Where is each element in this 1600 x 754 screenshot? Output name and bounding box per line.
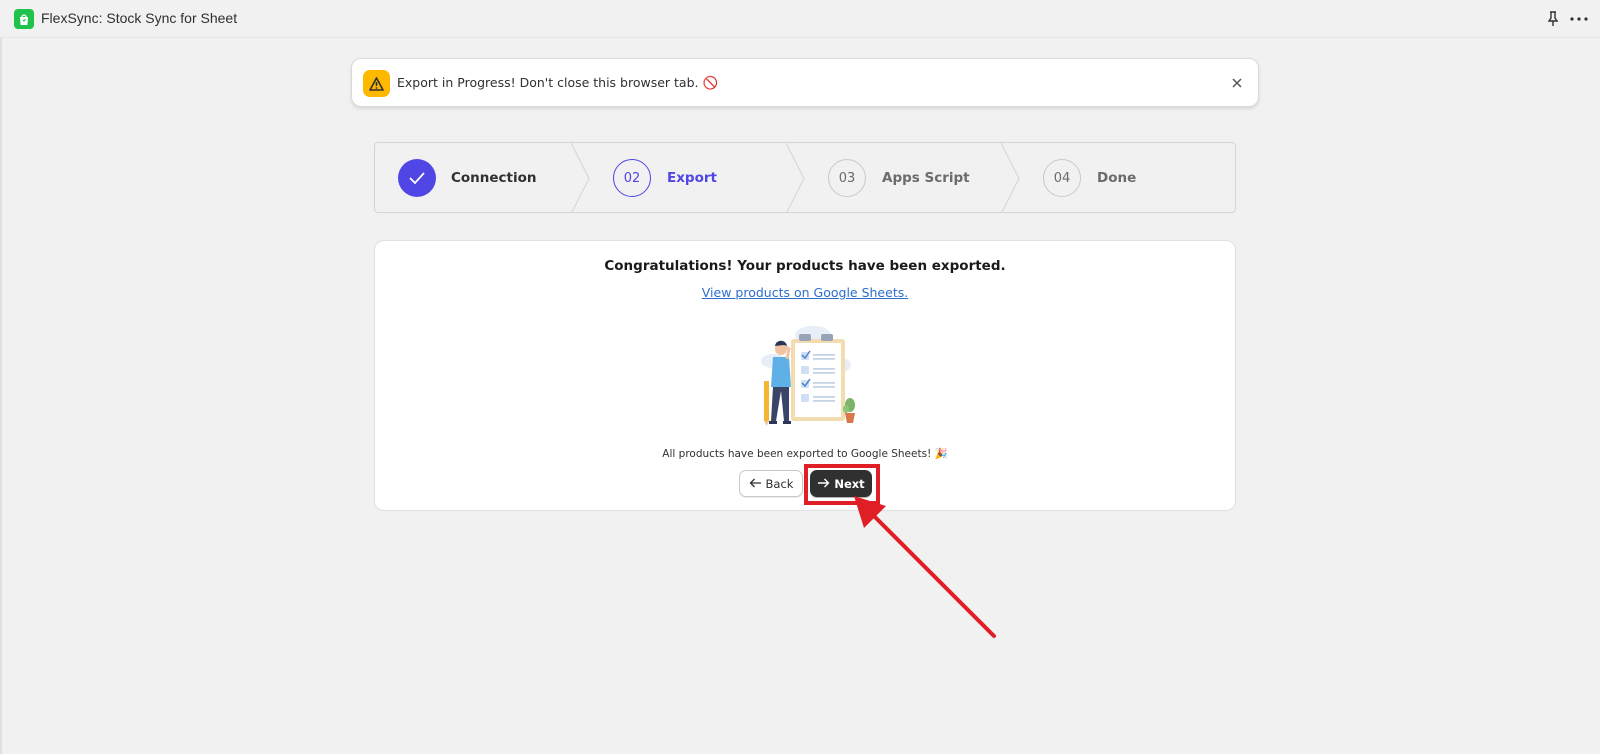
back-button-label: Back — [765, 476, 794, 491]
step-separator — [1001, 143, 1020, 212]
back-button[interactable]: Back — [739, 470, 803, 497]
top-bar: FlexSync: Stock Sync for Sheet — [0, 0, 1600, 38]
step-export-number: 02 — [613, 159, 651, 197]
checklist-illustration — [761, 326, 855, 426]
warning-icon — [363, 70, 390, 97]
banner-message: Export in Progress! Don't close this bro… — [397, 75, 719, 90]
step-connection-label: Connection — [451, 170, 537, 186]
step-export-label: Export — [667, 170, 717, 186]
card-title: Congratulations! Your products have been… — [604, 258, 1006, 274]
check-icon — [398, 159, 436, 197]
more-icon[interactable] — [1568, 10, 1590, 28]
export-progress-banner: Export in Progress! Don't close this bro… — [351, 58, 1259, 107]
close-icon[interactable] — [1228, 74, 1246, 92]
step-apps-script-number: 03 — [828, 159, 866, 197]
annotation-arrow — [854, 496, 996, 638]
view-google-sheets-link[interactable]: View products on Google Sheets. — [702, 285, 908, 300]
step-apps-script-label: Apps Script — [882, 170, 970, 186]
export-complete-note: All products have been exported to Googl… — [662, 448, 948, 460]
app-title: FlexSync: Stock Sync for Sheet — [41, 10, 238, 26]
shopping-bag-icon — [14, 9, 34, 29]
progress-stepper: Connection 02 Export 03 Apps Script 04 D… — [374, 142, 1236, 213]
left-border — [0, 38, 2, 754]
step-done-number: 04 — [1043, 159, 1081, 197]
step-done-label: Done — [1097, 170, 1137, 186]
arrow-left-icon — [749, 477, 762, 491]
step-separator — [786, 143, 805, 212]
pin-icon[interactable] — [1545, 10, 1561, 28]
step-separator — [571, 143, 590, 212]
